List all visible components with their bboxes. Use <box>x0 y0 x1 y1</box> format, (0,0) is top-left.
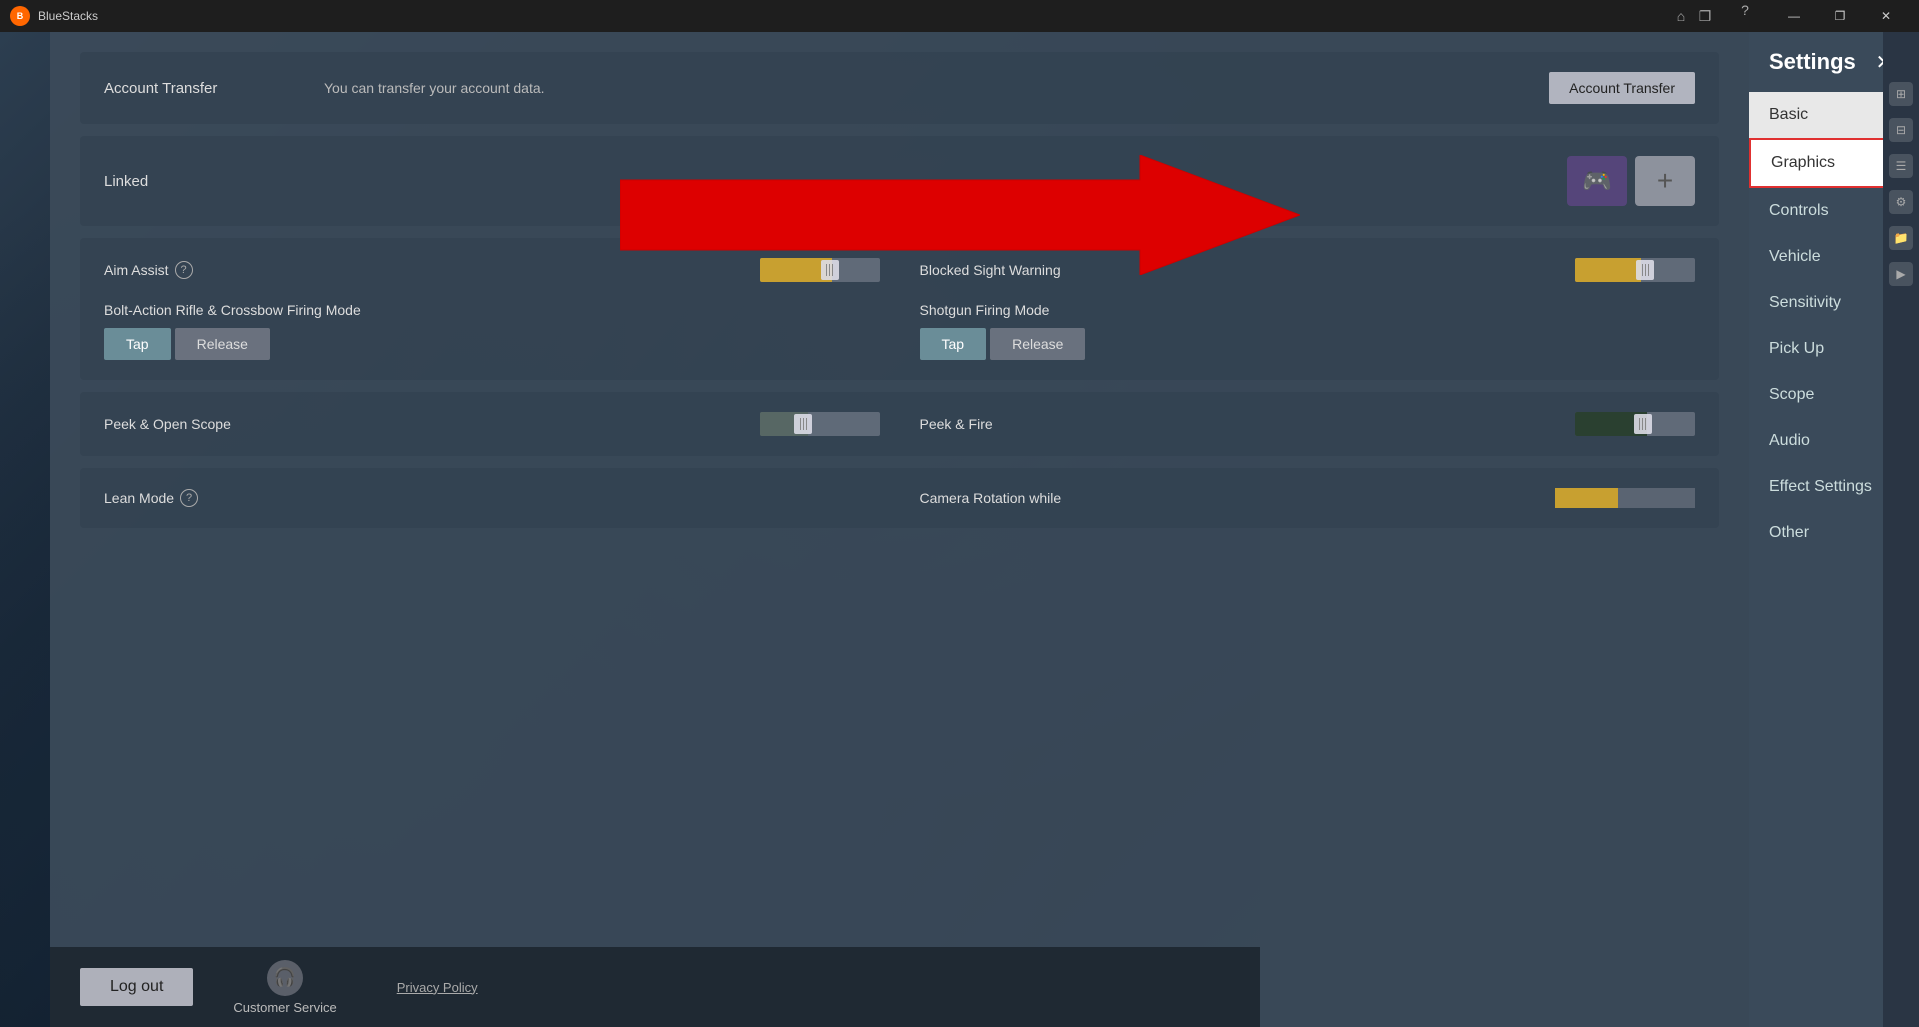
blocked-sight-slider[interactable] <box>1575 258 1695 282</box>
shotgun-item: Shotgun Firing Mode Tap Release <box>920 302 1696 360</box>
shotgun-release-button[interactable]: Release <box>990 328 1085 360</box>
plus-icon: + <box>1657 165 1673 197</box>
logout-button[interactable]: Log out <box>80 968 193 1006</box>
settings-grid-2: Peek & Open Scope Peek & Fir <box>104 412 1695 436</box>
linked-section: Linked 🎮 + <box>80 136 1719 226</box>
bolt-action-release-button[interactable]: Release <box>175 328 270 360</box>
app-logo: B <box>10 6 30 26</box>
blocked-sight-fill <box>1575 258 1641 282</box>
titlebar: B BlueStacks ⌂ ❐ ? — ❐ ✕ <box>0 0 1919 32</box>
peek-fire-handle <box>1634 414 1652 434</box>
blocked-sight-label: Blocked Sight Warning <box>920 262 1061 278</box>
account-transfer-row: Account Transfer You can transfer your a… <box>104 72 1695 104</box>
peek-scope-item: Peek & Open Scope <box>104 412 880 436</box>
linked-label: Linked <box>104 173 304 190</box>
blocked-sight-handle <box>1636 260 1654 280</box>
customer-service-icon: 🎧 <box>267 960 303 996</box>
strip-icon-6[interactable]: ▶ <box>1889 262 1913 286</box>
lean-mode-help-icon[interactable]: ? <box>180 489 198 507</box>
copy-icon[interactable]: ❐ <box>1695 6 1715 26</box>
settings-panel: Account Transfer You can transfer your a… <box>50 32 1919 1027</box>
bolt-action-label: Bolt-Action Rifle & Crossbow Firing Mode <box>104 302 880 318</box>
linked-row: Linked 🎮 + <box>104 156 1695 206</box>
settings-title: Settings <box>1769 49 1856 75</box>
add-linked-button[interactable]: + <box>1635 156 1695 206</box>
privacy-policy-link[interactable]: Privacy Policy <box>397 980 478 995</box>
window-controls: ? — ❐ ✕ <box>1735 0 1909 32</box>
peek-fire-label: Peek & Fire <box>920 416 993 432</box>
aim-assist-item: Aim Assist ? <box>104 258 880 282</box>
peek-fire-track <box>1575 412 1695 436</box>
settings-content: Account Transfer You can transfer your a… <box>50 32 1749 1027</box>
lean-mode-item: Lean Mode ? <box>104 488 880 508</box>
restore-button[interactable]: ❐ <box>1817 0 1863 32</box>
camera-rotation-label: Camera Rotation while <box>920 490 1062 506</box>
linked-icons: 🎮 + <box>1567 156 1695 206</box>
blocked-sight-item: Blocked Sight Warning <box>920 258 1696 282</box>
aim-assist-slider[interactable] <box>760 258 880 282</box>
right-icon-strip: ⊞ ⊟ ☰ ⚙ 📁 ▶ <box>1883 32 1919 1027</box>
bolt-action-tap-button[interactable]: Tap <box>104 328 171 360</box>
blocked-sight-track <box>1575 258 1695 282</box>
gamepad-icon[interactable]: 🎮 <box>1567 156 1627 206</box>
customer-service-button[interactable]: 🎧 Customer Service <box>233 960 336 1015</box>
peek-fire-item: Peek & Fire <box>920 412 1696 436</box>
home-icon[interactable]: ⌂ <box>1671 6 1691 26</box>
settings-grid-1: Aim Assist ? <box>104 258 1695 360</box>
strip-icon-4[interactable]: ⚙ <box>1889 190 1913 214</box>
help-icon[interactable]: ? <box>1735 0 1755 20</box>
app-name: BlueStacks <box>38 9 1671 23</box>
peek-scope-track <box>760 412 880 436</box>
camera-rotation-fill <box>1555 488 1618 508</box>
aim-assist-section: Aim Assist ? <box>80 238 1719 380</box>
lean-section: Lean Mode ? Camera Rotation while <box>80 468 1719 528</box>
shotgun-mode-buttons: Tap Release <box>920 328 1696 360</box>
close-button[interactable]: ✕ <box>1863 0 1909 32</box>
strip-icon-3[interactable]: ☰ <box>1889 154 1913 178</box>
strip-icon-1[interactable]: ⊞ <box>1889 82 1913 106</box>
bolt-action-mode-buttons: Tap Release <box>104 328 880 360</box>
minimize-button[interactable]: — <box>1771 0 1817 32</box>
settings-grid-3: Lean Mode ? Camera Rotation while <box>104 488 1695 508</box>
shotgun-tap-button[interactable]: Tap <box>920 328 987 360</box>
settings-sidebar: Settings ✕ Basic Graphics Controls Vehic… <box>1749 32 1919 1027</box>
aim-assist-help-icon[interactable]: ? <box>175 261 193 279</box>
peek-scope-label: Peek & Open Scope <box>104 416 231 432</box>
camera-rotation-item: Camera Rotation while <box>920 488 1696 508</box>
strip-icon-5[interactable]: 📁 <box>1889 226 1913 250</box>
account-transfer-desc: You can transfer your account data. <box>324 80 1529 96</box>
aim-assist-label: Aim Assist ? <box>104 261 193 279</box>
account-transfer-label: Account Transfer <box>104 80 304 97</box>
account-transfer-section: Account Transfer You can transfer your a… <box>80 52 1719 124</box>
peek-scope-slider[interactable] <box>760 412 880 436</box>
camera-rotation-slider[interactable] <box>1555 488 1695 508</box>
aim-assist-track <box>760 258 880 282</box>
bottom-bar: Log out 🎧 Customer Service Privacy Polic… <box>50 947 1260 1027</box>
aim-assist-handle <box>821 260 839 280</box>
bolt-action-item: Bolt-Action Rifle & Crossbow Firing Mode… <box>104 302 880 360</box>
lean-mode-label: Lean Mode ? <box>104 489 198 507</box>
strip-icon-2[interactable]: ⊟ <box>1889 118 1913 142</box>
peek-scope-handle <box>794 414 812 434</box>
titlebar-nav-icons: ⌂ ❐ <box>1671 6 1715 26</box>
account-transfer-button[interactable]: Account Transfer <box>1549 72 1695 104</box>
shotgun-label: Shotgun Firing Mode <box>920 302 1696 318</box>
peek-section: Peek & Open Scope Peek & Fir <box>80 392 1719 456</box>
peek-fire-slider[interactable] <box>1575 412 1695 436</box>
